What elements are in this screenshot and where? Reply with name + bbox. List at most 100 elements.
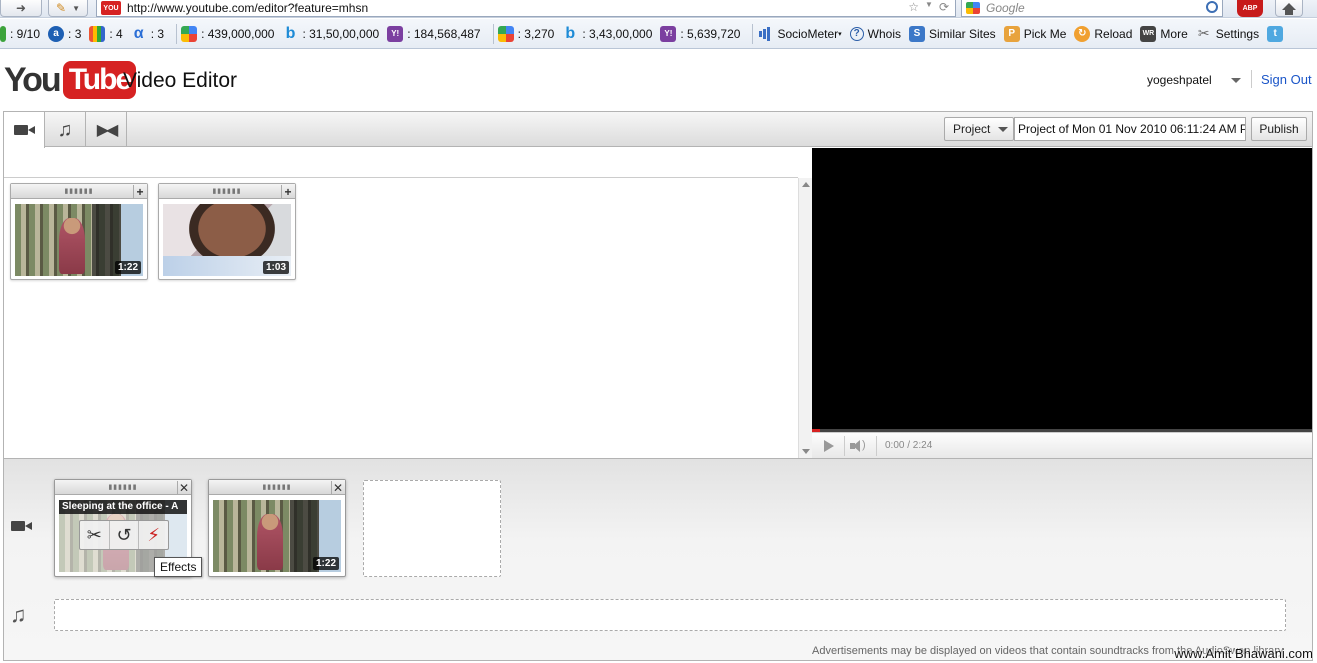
project-menu-button[interactable]: Project <box>944 117 1014 141</box>
sociometer-icon <box>757 26 773 42</box>
back-forward-button[interactable]: ➜ <box>0 0 42 17</box>
alpha-icon: α <box>133 24 144 42</box>
google-links-icon <box>497 25 514 42</box>
timeline-clip[interactable]: ▮▮▮▮▮▮ ✕ 1:22 <box>208 479 346 577</box>
control-separator <box>876 436 877 456</box>
toolbar-item-pick-me[interactable]: P Pick Me <box>1003 25 1066 42</box>
toolbar-item-alexa[interactable]: a : 3 <box>48 25 81 42</box>
clip-drop-slot[interactable] <box>363 480 501 577</box>
tab-transitions[interactable]: ▶◀ <box>86 112 127 147</box>
forward-arrow-icon: ➜ <box>15 1 27 15</box>
rotate-icon[interactable]: ↺ <box>110 521 140 549</box>
alexa-icon: a <box>48 25 65 42</box>
toolbar-item-similar-sites[interactable]: S Similar Sites <box>909 25 996 42</box>
home-button[interactable] <box>1275 0 1303 17</box>
clip-thumbnail[interactable]: 1:03 <box>163 204 291 276</box>
google-engine-icon[interactable] <box>966 2 980 14</box>
search-placeholder: Google <box>986 1 1025 15</box>
chevron-down-icon: ▾ <box>838 30 842 38</box>
chevron-down-icon[interactable] <box>1231 78 1241 83</box>
player-time: 0:00 / 2:24 <box>885 440 933 451</box>
project-name-input[interactable]: Project of Mon 01 Nov 2010 06:11:24 AM P <box>1014 117 1246 141</box>
youtube-logo[interactable]: You Tube <box>4 60 137 100</box>
toolbar-item-alpha[interactable]: α : 3 <box>131 24 164 42</box>
toolbar-item-yahoo-links[interactable]: Y! : 5,639,720 <box>660 25 740 42</box>
username-link[interactable]: yogeshpatel <box>1147 73 1212 87</box>
toolbar-item-whois[interactable]: ? Whois <box>849 26 901 41</box>
yahoo-index-icon: Y! <box>387 25 404 42</box>
settings-icon: ✂ <box>1197 25 1210 41</box>
volume-icon[interactable] <box>850 439 870 453</box>
browser-nav-bar: ➜ ✎ ▼ YOU http://www.youtube.com/editor?… <box>0 0 1317 18</box>
close-icon[interactable]: ✕ <box>177 481 190 494</box>
effects-tooltip: Effects <box>154 557 203 577</box>
toolbar-item-bing-index[interactable]: b : 31,50,00,000 <box>282 25 380 42</box>
effects-wand-icon[interactable]: ⚡ <box>139 521 168 549</box>
refresh-icon[interactable]: ⟳ <box>939 0 949 14</box>
bing-links-icon: b <box>565 24 576 42</box>
bookmark-star-icon[interactable]: ☆ <box>908 0 919 14</box>
video-camera-icon <box>14 125 35 135</box>
chevron-down-icon[interactable]: ▼ <box>925 0 933 14</box>
chevron-down-icon <box>998 126 1009 132</box>
scroll-up-icon[interactable] <box>802 182 810 187</box>
play-icon[interactable] <box>824 440 834 452</box>
clip-library: ▮▮▮▮▮▮ + 1:22 ▮▮▮▮▮▮ + 1:03 <box>4 148 812 458</box>
toolbar-item-pagerank[interactable]: : 9/10 <box>0 25 40 42</box>
close-icon[interactable]: ✕ <box>331 481 344 494</box>
toolbar-item-bing-links[interactable]: b : 3,43,00,000 <box>562 24 652 42</box>
video-track-icon <box>11 521 32 531</box>
trim-scissors-icon[interactable]: ✂ <box>80 521 110 549</box>
drag-handle[interactable]: ▮▮▮▮▮▮ <box>11 184 147 199</box>
scroll-down-icon[interactable] <box>802 449 810 454</box>
library-clip[interactable]: ▮▮▮▮▮▮ + 1:03 <box>158 183 296 280</box>
search-icon[interactable] <box>1206 1 1218 13</box>
library-divider <box>4 177 798 178</box>
drag-handle[interactable]: ▮▮▮▮▮▮ <box>55 480 191 495</box>
address-bar[interactable]: YOU http://www.youtube.com/editor?featur… <box>96 0 956 17</box>
search-input[interactable]: Google <box>961 0 1223 17</box>
toolbar-item-yahoo-index[interactable]: Y! : 184,568,487 <box>387 25 481 42</box>
chevron-down-icon: ▼ <box>72 3 80 13</box>
seo-toolbar: : 9/10 a : 3 : 4 α : 3 : 439,000,000 b :… <box>0 19 1317 49</box>
pick-me-icon: P <box>1003 25 1020 42</box>
control-separator <box>844 436 845 456</box>
audio-track-icon: ♫ <box>10 602 27 627</box>
toolbar-item-google-index[interactable]: : 439,000,000 <box>181 25 274 42</box>
transition-icon: ▶◀ <box>96 121 119 139</box>
video-preview-player[interactable] <box>812 148 1312 429</box>
tab-audio[interactable]: ♫ <box>45 112 86 147</box>
tab-videos[interactable] <box>4 112 45 148</box>
toolbar-separator <box>492 23 494 44</box>
reload-icon: ↻ <box>1074 25 1091 42</box>
clip-thumbnail[interactable]: 1:22 <box>15 204 143 276</box>
toolbar-item-more[interactable]: WR More <box>1140 25 1188 42</box>
audio-drop-track[interactable] <box>54 599 1286 631</box>
adblock-icon[interactable]: ABP <box>1237 0 1263 17</box>
watermark: www.Amit Bhawani.com <box>1174 646 1313 661</box>
add-clip-icon[interactable]: + <box>281 185 294 198</box>
toolbar-item-twitter[interactable]: t <box>1267 25 1287 42</box>
similar-sites-icon: S <box>909 25 925 42</box>
toolbar-item-settings[interactable]: ✂ Settings <box>1196 25 1259 42</box>
toolbar-item-reload[interactable]: ↻ Reload <box>1074 25 1132 42</box>
google-index-icon <box>181 25 198 42</box>
drag-handle[interactable]: ▮▮▮▮▮▮ <box>159 184 295 199</box>
clip-duration: 1:22 <box>114 261 141 274</box>
library-scrollbar[interactable] <box>798 178 812 458</box>
sign-out-link[interactable]: Sign Out <box>1261 72 1312 87</box>
publish-button[interactable]: Publish <box>1251 117 1307 141</box>
add-clip-icon[interactable]: + <box>133 185 146 198</box>
toolbar-item-compete[interactable]: : 4 <box>89 25 123 42</box>
toolbar-item-google-links[interactable]: : 3,270 <box>497 25 554 42</box>
twitter-icon: t <box>1267 25 1284 42</box>
page-title: Video Editor <box>123 69 238 92</box>
library-clip[interactable]: ▮▮▮▮▮▮ + 1:22 <box>10 183 148 280</box>
clip-thumbnail[interactable]: 1:22 <box>213 500 341 572</box>
pencil-button[interactable]: ✎ ▼ <box>48 0 88 17</box>
music-note-icon: ♫ <box>57 118 73 141</box>
toolbar-item-sociometer[interactable]: SocioMeter ▾ <box>757 26 842 42</box>
drag-handle[interactable]: ▮▮▮▮▮▮ <box>209 480 345 495</box>
clip-duration: 1:03 <box>262 261 289 274</box>
volume-waves-icon: ) <box>862 439 866 451</box>
